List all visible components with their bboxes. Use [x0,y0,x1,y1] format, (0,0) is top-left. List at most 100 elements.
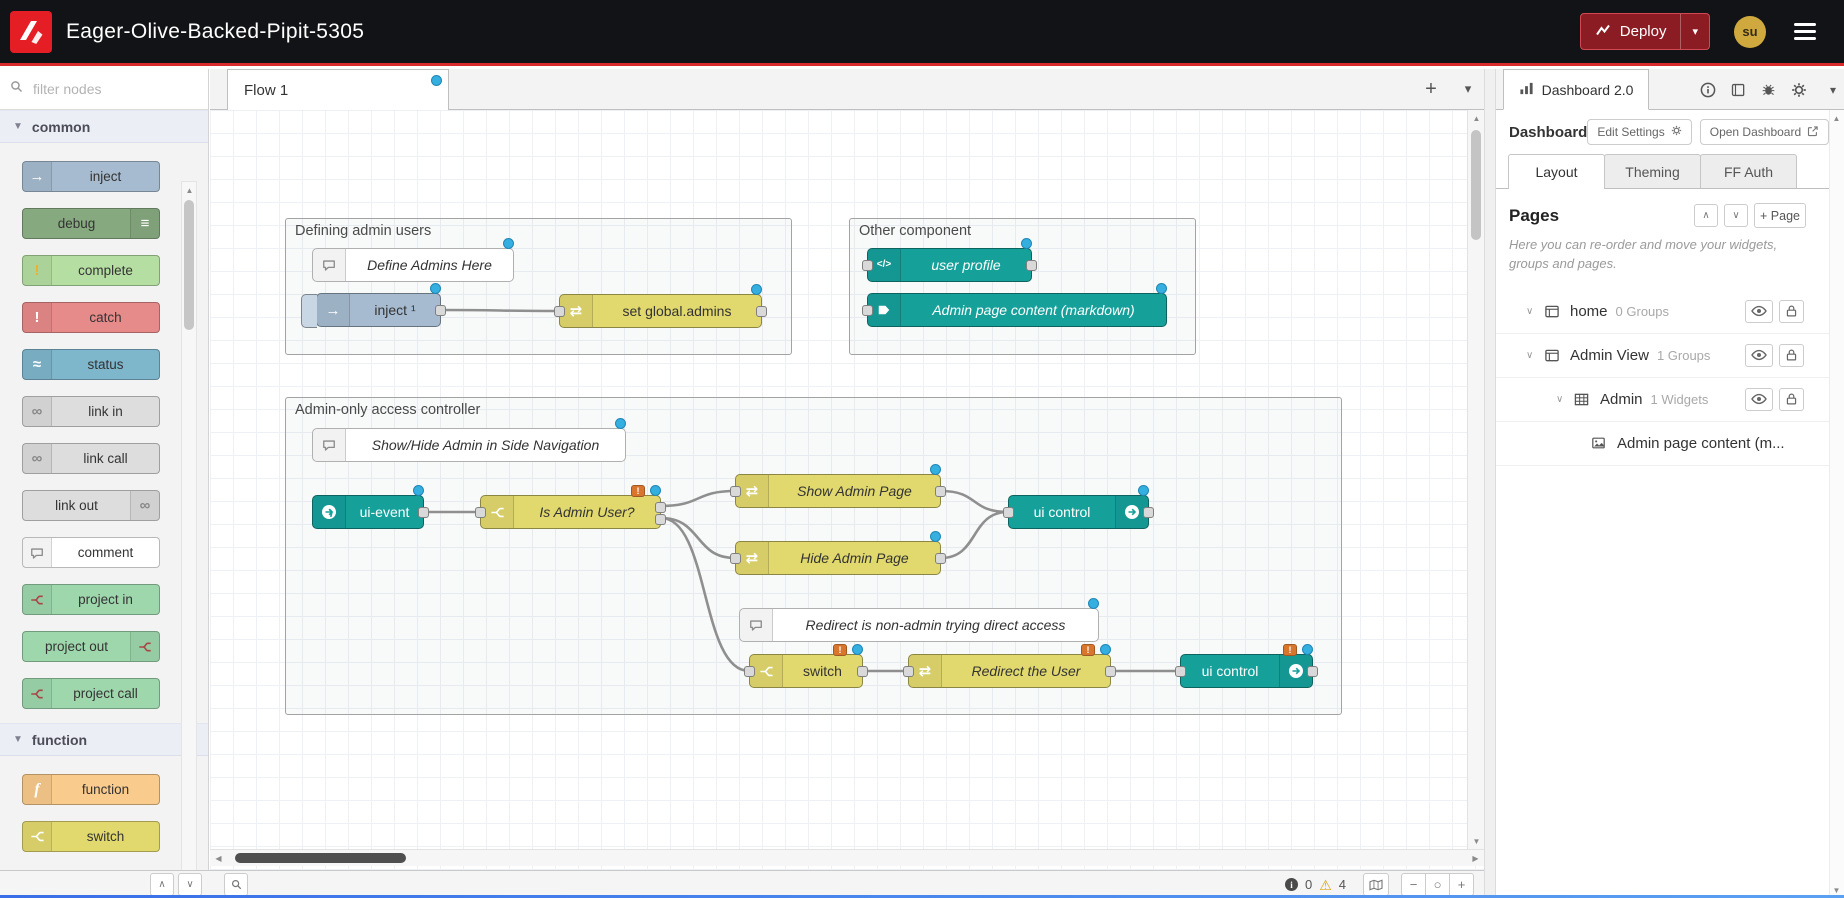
scroll-up-icon[interactable]: ▲ [181,182,198,198]
flow-node-inject[interactable]: →inject ¹ [316,293,441,327]
tab-layout[interactable]: Layout [1508,154,1605,189]
flow-node-show-admin-page[interactable]: ⇄Show Admin Page [735,474,941,508]
collapse-up-button[interactable]: ∧ [150,873,174,896]
flow-node-redirect-comment[interactable]: Redirect is non-admin trying direct acce… [739,608,1099,642]
node-port-input[interactable] [475,507,486,518]
chevron-down-icon[interactable]: ∨ [1556,394,1574,405]
deploy-options-caret[interactable]: ▾ [1680,14,1709,49]
palette-node-status[interactable]: ≈status [22,349,160,380]
node-port-input[interactable] [903,666,914,677]
page-row-home[interactable]: ∨home0 Groups [1496,290,1844,334]
scroll-down-icon[interactable]: ▼ [1468,833,1484,849]
node-port-input[interactable] [1175,666,1186,677]
node-port-output[interactable] [935,553,946,564]
inject-trigger-button[interactable] [301,294,317,328]
page-row-admin-page-content-m-[interactable]: Admin page content (m... [1496,422,1844,466]
info-icon[interactable] [1700,82,1716,98]
help-book-icon[interactable] [1731,82,1746,98]
node-port-output[interactable] [1026,260,1037,271]
palette-filter-input[interactable] [31,80,171,98]
deploy-button[interactable]: Deploy ▾ [1580,13,1710,50]
node-port-input[interactable] [862,305,873,316]
flow-node-admin-page-content[interactable]: Admin page content (markdown) [867,293,1167,327]
wire[interactable] [661,491,735,506]
flow-node-ui-event[interactable]: ui-event [312,495,424,529]
zoom-reset-button[interactable]: ○ [1425,873,1450,896]
scroll-up-icon[interactable]: ▲ [1468,110,1484,126]
node-port-input[interactable] [730,553,741,564]
palette-node-switch[interactable]: switch [22,821,160,852]
tab-ff-auth[interactable]: FF Auth [1700,154,1797,188]
wire[interactable] [661,518,749,671]
canvas-hscrollbar[interactable]: ◀ ▶ [210,849,1484,866]
zoom-out-button[interactable]: − [1401,873,1426,896]
vscroll-thumb[interactable] [1471,130,1481,240]
node-port-input[interactable] [554,306,565,317]
palette-node-project-out[interactable]: project out [22,631,160,662]
lock-button[interactable] [1779,344,1804,367]
wire[interactable] [661,518,735,558]
flow-node-redirect-the-user[interactable]: ⇄Redirect the User [908,654,1111,688]
node-port-input[interactable] [730,486,741,497]
palette-node-link-call[interactable]: ∞link call [22,443,160,474]
palette-node-comment[interactable]: comment [22,537,160,568]
add-page-button[interactable]: + Page [1754,203,1806,228]
flow-node-is-admin-user[interactable]: Is Admin User? [480,495,661,529]
palette-scrollbar[interactable]: ▲ ▼ [181,181,197,870]
palette-node-link-in[interactable]: ∞link in [22,396,160,427]
node-port-output[interactable] [756,306,767,317]
flow-node-user-profile[interactable]: </>user profile [867,248,1032,282]
canvas-vscrollbar[interactable]: ▲ ▼ [1467,110,1484,849]
flow-node-set-global-admins[interactable]: ⇄set global.admins [559,294,762,328]
collapse-down-button[interactable]: ∨ [178,873,202,896]
flow-node-ui-control-2[interactable]: ui control [1180,654,1313,688]
palette-node-project-call[interactable]: project call [22,678,160,709]
tab-flow-1[interactable]: Flow 1 [227,69,449,110]
node-port-output[interactable] [655,514,666,525]
palette-node-project-in[interactable]: project in [22,584,160,615]
flow-node-define-admins-comment[interactable]: Define Admins Here [312,248,514,282]
palette-scroll-thumb[interactable] [184,200,194,330]
wire[interactable] [941,491,1008,512]
move-up-button[interactable]: ∧ [1694,204,1718,227]
warning-icon[interactable]: ⚠ [1319,878,1332,892]
chevron-down-icon[interactable]: ∨ [1526,350,1544,361]
scroll-up-icon[interactable]: ▲ [1828,110,1844,126]
flow-node-switch[interactable]: switch [749,654,863,688]
hscroll-thumb[interactable] [235,853,406,863]
flow-node-show-hide-comment[interactable]: Show/Hide Admin in Side Navigation [312,428,626,462]
node-port-input[interactable] [862,260,873,271]
palette-search[interactable] [0,69,208,110]
palette-node-link-out[interactable]: ∞link out [22,490,160,521]
sidebar-scrollbar[interactable]: ▲ ▼ [1829,110,1844,898]
zoom-in-button[interactable]: + [1449,873,1474,896]
move-down-button[interactable]: ∨ [1724,204,1748,227]
open-dashboard-button[interactable]: Open Dashboard [1700,119,1829,145]
main-menu-icon[interactable] [1790,19,1820,44]
node-port-input[interactable] [744,666,755,677]
flow-node-ui-control-1[interactable]: ui control [1008,495,1149,529]
visibility-button[interactable] [1745,388,1773,411]
palette-node-complete[interactable]: !complete [22,255,160,286]
edit-settings-button[interactable]: Edit Settings [1587,119,1691,145]
palette-node-catch[interactable]: !catch [22,302,160,333]
user-avatar[interactable]: su [1734,16,1766,48]
tab-theming[interactable]: Theming [1604,154,1701,188]
sidebar-splitter[interactable] [1484,69,1496,898]
tab-dashboard-2[interactable]: Dashboard 2.0 [1503,69,1649,110]
page-row-admin[interactable]: ∨Admin1 Widgets [1496,378,1844,422]
palette-category-common[interactable]: ▼common [0,110,208,143]
node-port-output[interactable] [1143,507,1154,518]
add-flow-button[interactable]: + [1418,76,1444,102]
lock-button[interactable] [1779,388,1804,411]
node-port-output[interactable] [435,305,446,316]
navigator-toggle-button[interactable] [1363,873,1389,896]
palette-node-inject[interactable]: →inject [22,161,160,192]
page-row-admin-view[interactable]: ∨Admin View1 Groups [1496,334,1844,378]
lock-button[interactable] [1779,300,1804,323]
flow-canvas[interactable]: Defining admin usersOther componentAdmin… [210,110,1484,870]
palette-node-debug[interactable]: ≡debug [22,208,160,239]
node-port-output[interactable] [1105,666,1116,677]
chevron-down-icon[interactable]: ∨ [1526,306,1544,317]
node-port-input[interactable] [1003,507,1014,518]
